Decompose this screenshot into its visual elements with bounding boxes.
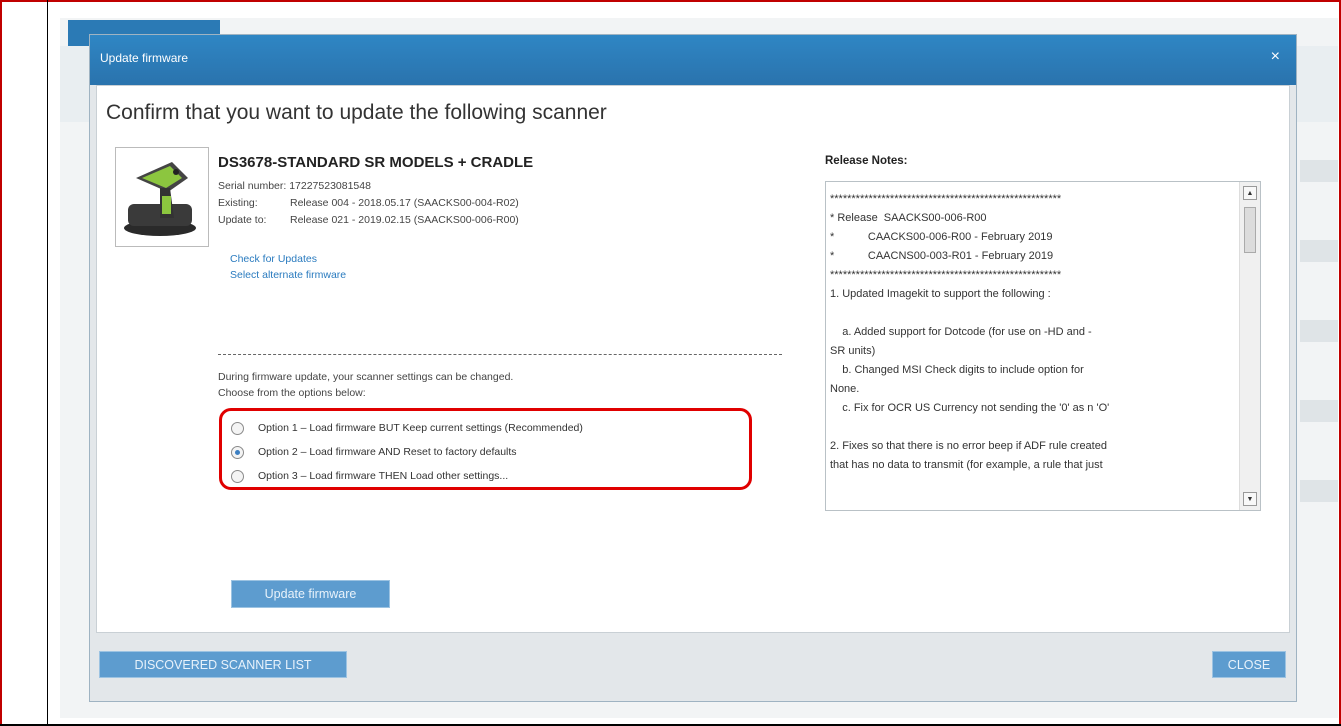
option-2-radio[interactable]: Option 2 – Load firmware AND Reset to fa…	[231, 443, 517, 461]
close-button[interactable]: CLOSE	[1212, 651, 1286, 678]
check-for-updates-link[interactable]: Check for Updates	[230, 253, 317, 265]
option-3-label: Option 3 – Load firmware THEN Load other…	[258, 470, 509, 482]
existing-firmware-row: Existing: Release 004 - 2018.05.17 (SAACK…	[218, 197, 519, 209]
dialog-title: Update firmware	[100, 51, 189, 65]
scanner-icon	[124, 162, 196, 236]
section-divider	[218, 354, 782, 355]
background-row	[1300, 400, 1338, 422]
release-notes-panel[interactable]: ****************************************…	[825, 181, 1261, 511]
close-icon[interactable]: ×	[1271, 48, 1280, 66]
options-intro-line1: During firmware update, your scanner set…	[218, 371, 514, 383]
background-row	[1300, 160, 1338, 182]
dialog-title-bar: Update firmware ×	[90, 35, 1296, 85]
update-to-value: Release 021 - 2019.02.15 (SAACKS00-006-R…	[290, 214, 519, 226]
background-row	[1300, 240, 1338, 262]
scanner-name: DS3678-STANDARD SR MODELS + CRADLE	[218, 154, 534, 171]
options-intro-line2: Choose from the options below:	[218, 387, 366, 399]
confirm-heading: Confirm that you want to update the foll…	[106, 101, 607, 124]
update-firmware-row: Update to: Release 021 - 2019.02.15 (SAAC…	[218, 214, 519, 226]
select-alternate-firmware-link[interactable]: Select alternate firmware	[230, 269, 346, 281]
scrollbar-thumb[interactable]	[1244, 207, 1256, 253]
option-1-label: Option 1 – Load firmware BUT Keep curren…	[258, 422, 583, 434]
radio-button[interactable]	[231, 421, 244, 435]
scroll-up-icon[interactable]: ▲	[1243, 186, 1257, 200]
serial-number: Serial number: 17227523081548	[218, 180, 371, 192]
release-notes-title: Release Notes:	[825, 155, 908, 167]
scroll-down-icon[interactable]: ▼	[1243, 492, 1257, 506]
page-left-column	[0, 0, 48, 726]
option-2-label: Option 2 – Load firmware AND Reset to fa…	[258, 446, 517, 458]
option-3-radio[interactable]: Option 3 – Load firmware THEN Load other…	[231, 467, 508, 485]
existing-label: Existing:	[218, 197, 258, 209]
option-1-radio[interactable]: Option 1 – Load firmware BUT Keep curren…	[231, 419, 583, 437]
background-row	[1300, 320, 1338, 342]
radio-button-selected[interactable]	[231, 445, 244, 459]
update-to-label: Update to:	[218, 214, 267, 226]
release-notes-scrollbar[interactable]: ▲ ▼	[1239, 182, 1260, 510]
discovered-scanner-list-button[interactable]: DISCOVERED SCANNER LIST	[99, 651, 347, 678]
background-row	[1300, 480, 1338, 502]
release-notes-text: ****************************************…	[830, 193, 1110, 471]
update-firmware-button[interactable]: Update firmware	[231, 580, 390, 608]
scanner-image	[115, 147, 209, 247]
update-firmware-dialog: Update firmware × Confirm that you want …	[89, 34, 1297, 702]
existing-value: Release 004 - 2018.05.17 (SAACKS00-004-R…	[290, 197, 519, 209]
radio-button[interactable]	[231, 469, 244, 483]
